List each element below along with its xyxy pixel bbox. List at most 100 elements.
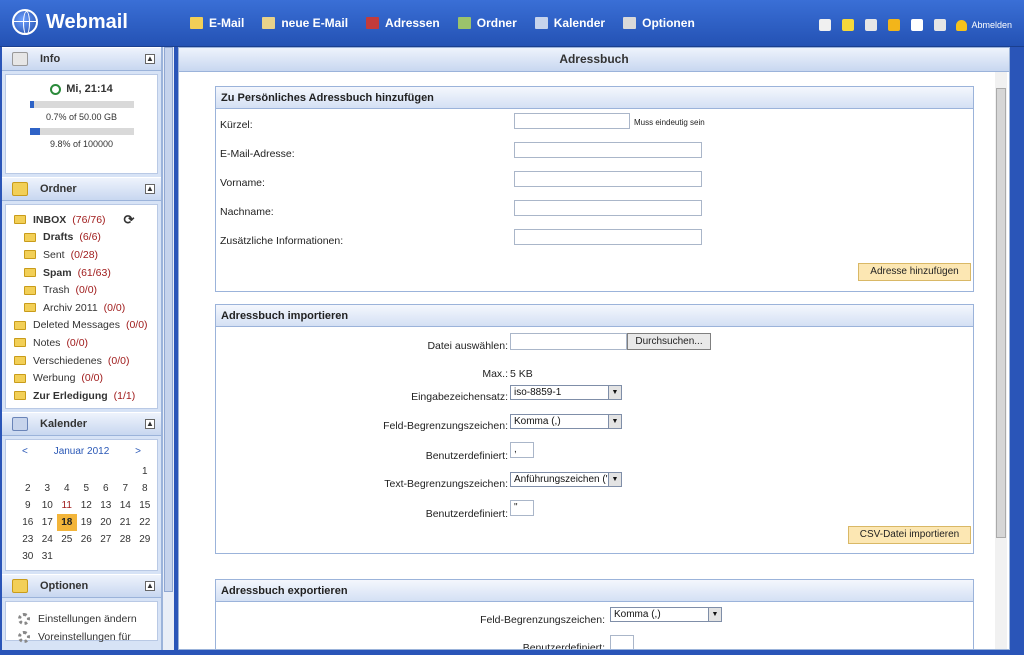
calendar-header: Kalender ▲: [2, 412, 161, 436]
kuerzel-input[interactable]: [514, 113, 630, 129]
export-custom-input[interactable]: [610, 635, 634, 649]
calendar-blank: [77, 463, 97, 480]
calendar-day[interactable]: 23: [18, 531, 38, 548]
info-panel: Mi, 21:14 0.7% of 50.00 GB 9.8% of 10000…: [5, 74, 158, 174]
calendar-icon: [534, 17, 548, 29]
calendar-day[interactable]: 12: [77, 497, 97, 514]
logout-button[interactable]: Abmelden: [956, 19, 1012, 31]
custom-sep-label: Benutzerdefiniert:: [425, 450, 508, 462]
calendar-day[interactable]: 11: [57, 497, 77, 514]
calendar-day[interactable]: 27: [96, 531, 116, 548]
collapse-folders-button[interactable]: ▲: [145, 184, 155, 194]
calendar-day[interactable]: 16: [18, 514, 38, 531]
folder-count: (61/63): [77, 266, 111, 279]
calendar-day[interactable]: 8: [135, 480, 155, 497]
sidebar-scrollbar[interactable]: [162, 47, 174, 650]
options-defaults-link[interactable]: Voreinstellungen für: [18, 628, 157, 646]
email-input[interactable]: [514, 142, 702, 158]
collapse-calendar-button[interactable]: ▲: [145, 419, 155, 429]
collapse-info-button[interactable]: ▲: [145, 54, 155, 64]
vorname-input[interactable]: [514, 171, 702, 187]
custom-text-sep-input[interactable]: ": [510, 500, 534, 516]
folder-item[interactable]: Verschiedenes (0/0): [14, 352, 157, 370]
calendar-day[interactable]: 17: [38, 514, 58, 531]
calendar-day[interactable]: 7: [116, 480, 136, 497]
text-sep-select[interactable]: Anführungszeichen (") ▼: [510, 472, 622, 487]
calendar-day[interactable]: 5: [77, 480, 97, 497]
folder-item[interactable]: Notes (0/0): [14, 334, 157, 352]
calendar-day[interactable]: 30: [18, 548, 38, 565]
folder-item[interactable]: Spam (61/63): [14, 264, 157, 282]
calendar-day[interactable]: 1: [135, 463, 155, 480]
folder-item[interactable]: Werbung (0/0): [14, 369, 157, 387]
nav-mail[interactable]: E-Mail: [190, 16, 244, 30]
folder-item[interactable]: Drafts (6/6): [14, 229, 157, 247]
next-month-button[interactable]: >: [135, 446, 141, 457]
nav-options-gear[interactable]: Optionen: [623, 16, 695, 30]
nachname-input[interactable]: [514, 200, 702, 216]
calendar-day[interactable]: 25: [57, 531, 77, 548]
main-scroll-thumb[interactable]: [996, 88, 1006, 538]
export-title: Adressbuch exportieren: [216, 580, 973, 602]
favorites-icon[interactable]: [888, 19, 901, 31]
file-input[interactable]: [510, 333, 627, 350]
folder-item[interactable]: Zur Erledigung (1/1): [14, 387, 157, 405]
calendar-day[interactable]: 14: [116, 497, 136, 514]
help-icon[interactable]: [911, 19, 924, 31]
zusatzinfo-input[interactable]: [514, 229, 702, 245]
calendar-day[interactable]: 2: [18, 480, 38, 497]
calendar-day[interactable]: 6: [96, 480, 116, 497]
folder-name: Sent: [43, 248, 65, 261]
nav-folder[interactable]: Ordner: [457, 16, 517, 30]
field-sep-select[interactable]: Komma (,) ▼: [510, 414, 622, 429]
calendar-day[interactable]: 9: [18, 497, 38, 514]
folder-icon: [24, 303, 36, 313]
sticky-note-icon[interactable]: [842, 19, 855, 31]
charset-select[interactable]: iso-8859-1 ▼: [510, 385, 622, 400]
folder-icon: [24, 250, 36, 260]
nav-compose[interactable]: neue E-Mail: [262, 16, 348, 30]
calendar-day[interactable]: 13: [96, 497, 116, 514]
calendar-day[interactable]: 20: [96, 514, 116, 531]
calendar-day[interactable]: 15: [135, 497, 155, 514]
nav-addressbook[interactable]: Adressen: [366, 16, 440, 30]
calendar-day[interactable]: 22: [135, 514, 155, 531]
custom-sep-input[interactable]: ,: [510, 442, 534, 458]
add-address-button[interactable]: Adresse hinzufügen: [858, 263, 971, 281]
folder-icon: [24, 268, 36, 278]
folder-item[interactable]: Sent (0/28): [14, 246, 157, 264]
quota-bar-messages: [29, 128, 134, 135]
prev-month-button[interactable]: <: [22, 446, 28, 457]
folder-item[interactable]: INBOX (76/76) ⟳: [14, 211, 157, 229]
export-field-sep-select[interactable]: Komma (,) ▼: [610, 607, 722, 622]
calendar-month: Januar 2012: [53, 446, 110, 457]
calendar-day[interactable]: 3: [38, 480, 58, 497]
folder-item[interactable]: Trash (0/0): [14, 281, 157, 299]
calendar-day[interactable]: 19: [77, 514, 97, 531]
collapse-options-button[interactable]: ▲: [145, 581, 155, 591]
calendar-day[interactable]: 26: [77, 531, 97, 548]
card-icon[interactable]: [865, 19, 878, 31]
nav-calendar[interactable]: Kalender: [534, 16, 605, 30]
quota-bar-storage: [29, 101, 134, 108]
calendar-day[interactable]: 31: [38, 548, 58, 565]
browse-button[interactable]: Durchsuchen...: [627, 333, 711, 350]
notes-icon[interactable]: [819, 19, 832, 31]
main-scrollbar[interactable]: [995, 72, 1007, 649]
calendar-day[interactable]: 21: [116, 514, 136, 531]
folder-item[interactable]: Archiv 2011 (0/0): [14, 299, 157, 317]
import-csv-button[interactable]: CSV-Datei importieren: [848, 526, 971, 544]
refresh-icon[interactable]: ⟳: [124, 212, 135, 228]
options-settings-link[interactable]: Einstellungen ändern: [18, 610, 157, 628]
kuerzel-hint: Muss eindeutig sein: [634, 118, 705, 127]
search-icon[interactable]: [934, 19, 947, 31]
calendar-day[interactable]: 18: [57, 514, 77, 531]
calendar-day[interactable]: 24: [38, 531, 58, 548]
calendar-day[interactable]: 10: [38, 497, 58, 514]
calendar-day[interactable]: 28: [116, 531, 136, 548]
folder-name: Verschiedenes: [33, 354, 102, 367]
calendar-day[interactable]: 4: [57, 480, 77, 497]
calendar-day[interactable]: 29: [135, 531, 155, 548]
folder-item[interactable]: Deleted Messages (0/0): [14, 317, 157, 335]
sidebar-scroll-thumb[interactable]: [164, 47, 173, 592]
